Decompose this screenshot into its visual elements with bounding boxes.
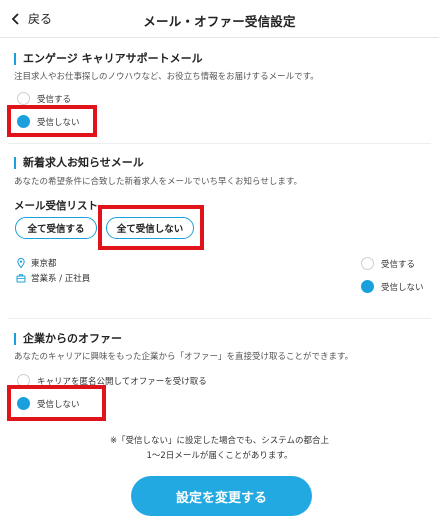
notice-line-1: ※「受信しない」に設定した場合でも、システムの都合上 — [109, 436, 330, 446]
notice-text: ※「受信しない」に設定した場合でも、システムの都合上 1〜2日メールが届くことが… — [0, 434, 439, 464]
divider — [8, 143, 431, 144]
newjobs-receive-label: 受信する — [381, 259, 416, 270]
submit-button[interactable]: 設定を変更する — [131, 476, 312, 516]
newjobs-decline-label: 受信しない — [381, 282, 424, 293]
page-title: メール・オファー受信設定 — [143, 14, 296, 29]
jobtype-row: 営業系 / 正社員 — [16, 272, 90, 284]
offers-description: あなたのキャリアに興味をもった企業から「オファー」を直接受け取ることができます。 — [14, 352, 354, 362]
radio-unchecked[interactable] — [361, 257, 374, 270]
newjobs-decline-option[interactable]: 受信しない — [361, 280, 424, 293]
jobtype-text: 営業系 / 正社員 — [31, 274, 91, 284]
divider — [8, 318, 431, 319]
engage-receive-label: 受信する — [37, 94, 72, 105]
engage-section-title: エンゲージ キャリアサポートメール — [14, 53, 203, 65]
radio-checked[interactable] — [361, 280, 374, 293]
highlight-box — [7, 105, 97, 137]
receive-all-button[interactable]: 全て受信する — [15, 217, 97, 239]
offers-section-title: 企業からのオファー — [14, 333, 122, 345]
briefcase-icon — [16, 274, 26, 283]
radio-unchecked[interactable] — [17, 92, 30, 105]
map-pin-icon — [17, 258, 25, 268]
highlight-box — [98, 205, 204, 250]
header: 戻る メール・オファー受信設定 — [0, 0, 439, 38]
highlight-box — [7, 385, 106, 421]
engage-description: 注目求人やお仕事探しのノウハウなど、お役立ち情報をお届けするメールです。 — [14, 72, 319, 82]
newjobs-receive-option[interactable]: 受信する — [361, 257, 415, 270]
mail-list-label: メール受信リスト — [14, 200, 98, 212]
location-row: 東京都 — [16, 257, 57, 269]
newjobs-description: あなたの希望条件に合致した新着求人をメールでいち早くお知らせします。 — [14, 177, 302, 187]
newjobs-section-title: 新着求人お知らせメール — [14, 157, 144, 169]
location-text: 東京都 — [31, 259, 57, 269]
engage-receive-option[interactable]: 受信する — [17, 92, 71, 105]
notice-line-2: 1〜2日メールが届くことがあります。 — [146, 451, 293, 461]
